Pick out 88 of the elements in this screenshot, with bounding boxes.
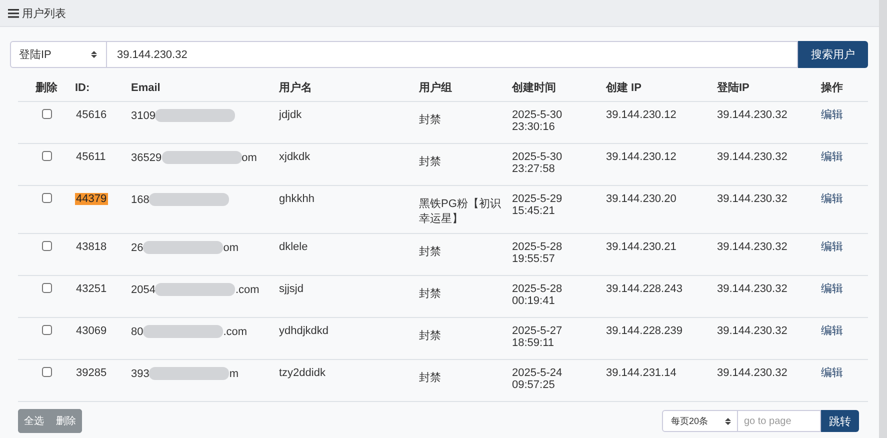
row-checkbox[interactable] (42, 109, 52, 119)
column-header: Email (131, 82, 160, 94)
column-header: 操作 (821, 82, 843, 94)
user-group: 封禁 (419, 329, 505, 344)
created-time: 2025-5-27 18:59:11 (512, 325, 564, 349)
row-checkbox[interactable] (42, 325, 52, 335)
search-field[interactable]: 39.144.230.32 (107, 41, 798, 68)
create-ip: 39.144.230.20 (606, 193, 676, 205)
email-text: .com (235, 284, 260, 296)
email-text: 26 (131, 242, 144, 254)
email-text: m (229, 368, 239, 380)
column-header: 用户名 (279, 82, 312, 94)
username: ghkkhh (279, 193, 314, 205)
email-text: 393 (131, 368, 150, 380)
edit-link[interactable]: 编辑 (821, 325, 843, 337)
create-ip: 39.144.230.21 (606, 241, 676, 253)
login-ip: 39.144.230.32 (717, 109, 788, 121)
jump-button[interactable]: 跳转 (821, 410, 859, 432)
edit-link[interactable]: 编辑 (821, 193, 843, 205)
column-header: 创建 IP (606, 82, 642, 94)
column-header: 用户组 (419, 82, 452, 94)
login-ip: 39.144.230.32 (717, 325, 788, 337)
user-group: 封禁 (419, 113, 505, 128)
user-id: 43251 (75, 283, 108, 295)
user-id: 39285 (75, 367, 108, 379)
search-field-select[interactable]: 登陆IP (10, 41, 107, 68)
user-id: 45611 (75, 151, 107, 163)
create-ip: 39.144.228.243 (606, 283, 682, 295)
row-checkbox[interactable] (42, 151, 52, 161)
login-ip: 39.144.230.32 (717, 151, 788, 163)
username: tzy2ddidk (279, 367, 326, 379)
login-ip: 39.144.230.32 (717, 283, 788, 295)
create-ip: 39.144.231.14 (606, 367, 676, 379)
email-text: om (223, 242, 239, 254)
edit-link[interactable]: 编辑 (821, 241, 843, 253)
username: dklele (279, 241, 308, 253)
email-text: 168 (131, 194, 150, 206)
edit-link[interactable]: 编辑 (821, 283, 843, 295)
email-text: 2054 (131, 284, 156, 296)
user-group: 封禁 (419, 245, 505, 260)
row-checkbox[interactable] (42, 283, 52, 293)
user-id: 44379 (75, 193, 108, 205)
create-ip: 39.144.230.12 (606, 151, 676, 163)
column-header: 创建时间 (512, 82, 556, 94)
email-text: 36529 (131, 152, 162, 164)
login-ip: 39.144.230.32 (717, 241, 788, 253)
column-header: 删除 (36, 82, 58, 94)
edit-link[interactable]: 编辑 (821, 151, 843, 163)
user-id: 43069 (75, 325, 108, 337)
user-id: 43818 (75, 241, 108, 253)
user-id: 45616 (75, 109, 108, 121)
list-icon (8, 8, 19, 18)
user-group: 封禁 (419, 371, 505, 386)
scrollbar[interactable] (879, 0, 887, 438)
edit-link[interactable]: 编辑 (821, 109, 843, 121)
created-time: 2025-5-29 15:45:21 (512, 193, 564, 217)
email-text: 3109 (131, 110, 156, 122)
column-header: ID: (75, 82, 90, 94)
row-checkbox[interactable] (42, 241, 52, 251)
page-size-select[interactable]: 每页20条 (662, 410, 738, 432)
sort-arrows-icon (725, 418, 731, 424)
page-input[interactable]: go to page (738, 410, 821, 432)
row-checkbox[interactable] (42, 193, 52, 203)
sort-arrows-icon (91, 51, 97, 58)
created-time: 2025-5-24 09:57:25 (512, 367, 564, 391)
search-button[interactable]: 搜索用户 (798, 41, 868, 68)
created-time: 2025-5-28 00:19:41 (512, 283, 564, 307)
created-time: 2025-5-30 23:27:58 (512, 151, 564, 175)
user-group: 封禁 (419, 287, 505, 302)
username: ydhdjkdkd (279, 325, 329, 337)
username: jdjdk (279, 109, 302, 121)
created-time: 2025-5-30 23:30:16 (512, 109, 564, 133)
panel-title: 用户列表 (22, 6, 66, 20)
create-ip: 39.144.230.12 (606, 109, 676, 121)
username: sjjsjd (279, 283, 304, 295)
login-ip: 39.144.230.32 (717, 193, 788, 205)
username: xjdkdk (279, 151, 310, 163)
user-group: 黑铁PG粉【初识幸运星】 (419, 197, 505, 227)
email-text: .com (223, 326, 248, 338)
user-group: 封禁 (419, 155, 505, 170)
create-ip: 39.144.228.239 (606, 325, 682, 337)
row-checkbox[interactable] (42, 367, 52, 377)
email-text: om (242, 152, 257, 164)
edit-link[interactable]: 编辑 (821, 367, 843, 379)
email-text: 80 (131, 326, 144, 338)
column-header: 登陆IP (717, 82, 750, 94)
created-time: 2025-5-28 19:55:57 (512, 241, 564, 265)
login-ip: 39.144.230.32 (717, 367, 788, 379)
